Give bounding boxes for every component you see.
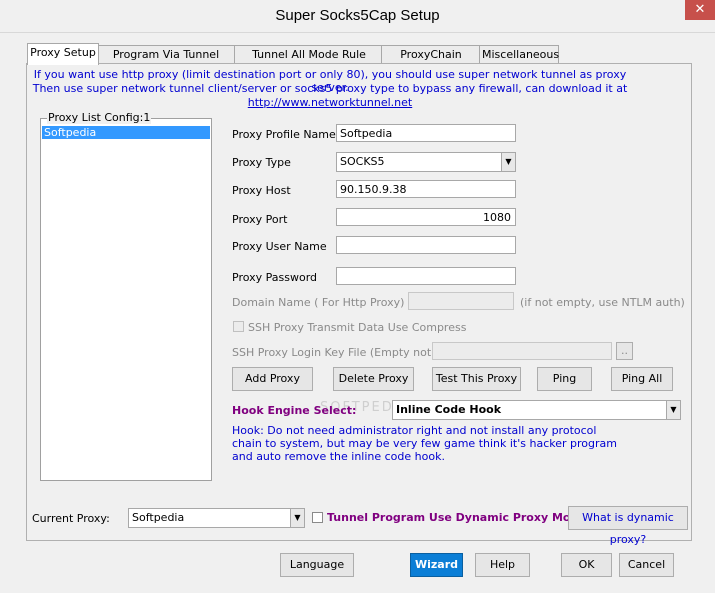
tab-proxychain-config[interactable]: ProxyChain Config (381, 45, 481, 79)
domain-hint: (if not empty, use NTLM auth) (520, 296, 685, 309)
download-link[interactable]: http://www.networktunnel.net (30, 96, 630, 109)
close-icon[interactable]: ✕ (685, 0, 715, 20)
current-proxy-select[interactable]: Softpedia ▼ (128, 508, 305, 528)
ping-button[interactable]: Ping (537, 367, 592, 391)
profile-name-label: Proxy Profile Name (232, 128, 336, 141)
what-is-dynamic-proxy-button[interactable]: What is dynamic proxy? (568, 506, 688, 546)
dynamic-proxy-checkbox[interactable] (312, 512, 323, 523)
proxy-port-input[interactable]: 1080 (336, 208, 516, 226)
add-proxy-button[interactable]: Add Proxy (232, 367, 313, 391)
proxy-type-select[interactable]: SOCKS5 ▼ (336, 152, 516, 172)
ssh-keyfile-label: SSH Proxy Login Key File (Empty not use) (232, 346, 459, 359)
chevron-down-icon[interactable]: ▼ (666, 401, 680, 419)
proxy-list-group-label: Proxy List Config:1 (47, 111, 152, 124)
dynamic-proxy-label: Tunnel Program Use Dynamic Proxy Mode (327, 511, 586, 524)
proxy-type-label: Proxy Type (232, 156, 291, 169)
ping-all-button[interactable]: Ping All (611, 367, 673, 391)
tab-miscellaneous[interactable]: Miscellaneous (479, 45, 559, 64)
tab-program-via-tunnel-config[interactable]: Program Via Tunnel Config (96, 45, 236, 79)
tab-proxy-setup[interactable]: Proxy Setup (27, 43, 99, 65)
chevron-down-icon[interactable]: ▼ (501, 153, 515, 171)
ssh-keyfile-input[interactable] (432, 342, 612, 360)
language-button[interactable]: Language (280, 553, 354, 577)
proxy-user-input[interactable] (336, 236, 516, 254)
proxy-list-box[interactable] (40, 118, 212, 481)
wizard-button[interactable]: Wizard (410, 553, 463, 577)
hook-desc-line-1: Hook: Do not need administrator right an… (232, 424, 597, 437)
ssh-compress-label: SSH Proxy Transmit Data Use Compress (248, 321, 467, 334)
hook-desc-line-2: chain to system, but may be very few gam… (232, 437, 617, 450)
proxy-port-label: Proxy Port (232, 213, 288, 226)
proxy-list-item[interactable]: Softpedia (42, 126, 210, 139)
proxy-type-value: SOCKS5 (340, 155, 385, 168)
delete-proxy-button[interactable]: Delete Proxy (333, 367, 414, 391)
ok-button[interactable]: OK (561, 553, 612, 577)
hook-engine-value: Inline Code Hook (396, 403, 502, 416)
proxy-password-input[interactable] (336, 267, 516, 285)
current-proxy-label: Current Proxy: (32, 512, 110, 525)
domain-name-input[interactable] (408, 292, 514, 310)
ssh-compress-checkbox[interactable] (233, 321, 244, 332)
hook-engine-select[interactable]: Inline Code Hook ▼ (392, 400, 681, 420)
proxy-user-label: Proxy User Name (232, 240, 327, 253)
hook-engine-label: Hook Engine Select: (232, 404, 357, 417)
hook-desc-line-3: and auto remove the inline code hook. (232, 450, 445, 463)
test-proxy-button[interactable]: Test This Proxy (432, 367, 521, 391)
tab-tunnel-all-mode-rule-config[interactable]: Tunnel All Mode Rule Config (234, 45, 384, 79)
help-button[interactable]: Help (475, 553, 530, 577)
domain-name-label: Domain Name ( For Http Proxy) (232, 296, 405, 309)
chevron-down-icon[interactable]: ▼ (290, 509, 304, 527)
profile-name-input[interactable]: Softpedia (336, 124, 516, 142)
proxy-host-input[interactable]: 90.150.9.38 (336, 180, 516, 198)
current-proxy-value: Softpedia (132, 511, 185, 524)
title-bar: Super Socks5Cap Setup ✕ (0, 0, 715, 33)
proxy-password-label: Proxy Password (232, 271, 318, 284)
proxy-host-label: Proxy Host (232, 184, 291, 197)
info-line-2: Then use super network tunnel client/ser… (32, 82, 628, 95)
cancel-button[interactable]: Cancel (619, 553, 674, 577)
browse-keyfile-button[interactable]: .. (616, 342, 633, 360)
window-title: Super Socks5Cap Setup (275, 7, 440, 24)
